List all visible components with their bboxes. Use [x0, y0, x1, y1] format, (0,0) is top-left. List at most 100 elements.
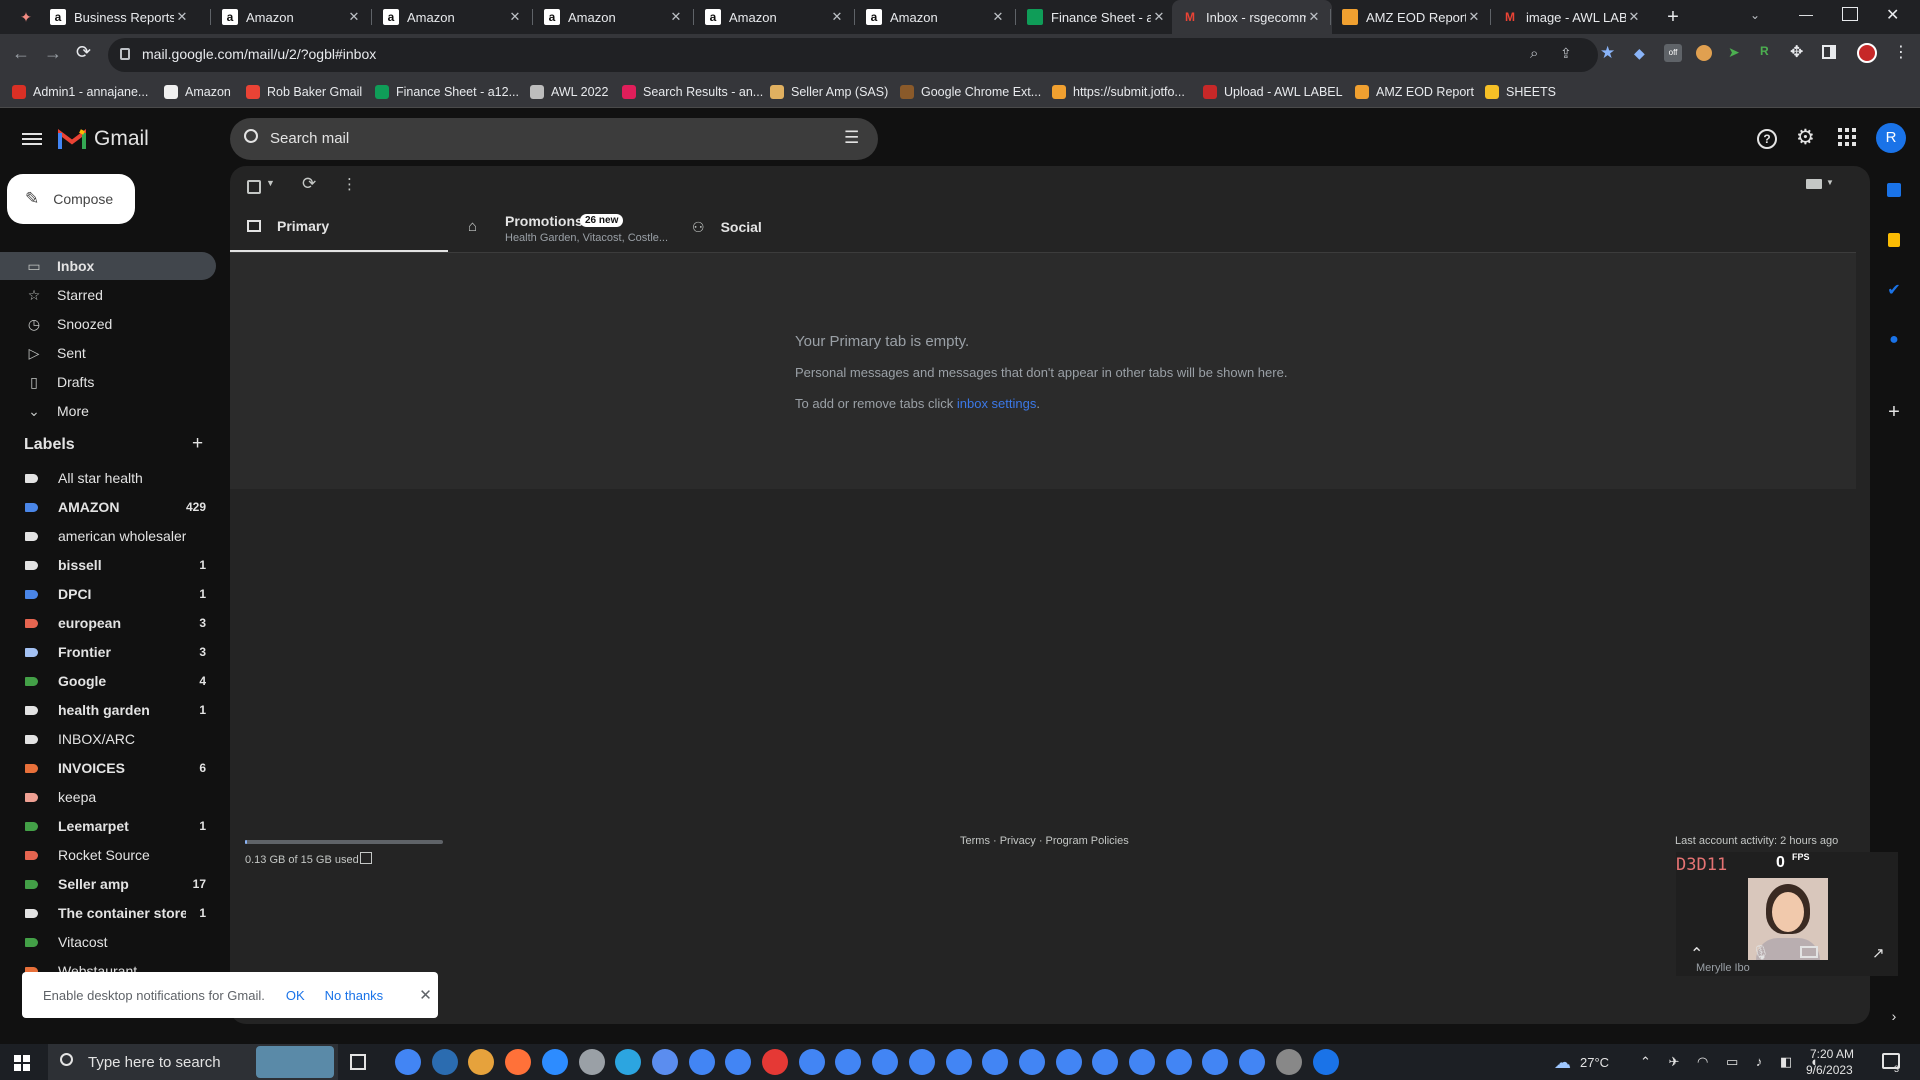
calendar-icon[interactable]: [1882, 178, 1906, 202]
bookmark-item[interactable]: SHEETS: [1485, 82, 1556, 102]
taskbar-app-icon[interactable]: [395, 1049, 421, 1075]
side-panel-icon[interactable]: [1822, 45, 1836, 59]
label-item[interactable]: The container store 1: [0, 899, 216, 927]
extension-off-icon[interactable]: off: [1664, 44, 1682, 62]
label-item[interactable]: Seller amp 17: [0, 870, 216, 898]
browser-tab[interactable]: Mimage - AWL LABEL✕: [1492, 0, 1652, 34]
label-item[interactable]: Leemarpet 1: [0, 812, 216, 840]
label-item[interactable]: bissell 1: [0, 551, 216, 579]
google-apps-icon[interactable]: [1838, 128, 1856, 146]
bookmark-item[interactable]: Finance Sheet - a12...: [375, 82, 519, 102]
tab-close-icon[interactable]: ✕: [668, 9, 684, 25]
taskbar-app-icon[interactable]: [1202, 1049, 1229, 1075]
restore-button[interactable]: [1842, 7, 1858, 21]
tab-close-icon[interactable]: ✕: [1626, 9, 1642, 25]
task-view-icon[interactable]: [350, 1054, 366, 1070]
browser-tab[interactable]: a Amazon ✕: [856, 0, 1016, 34]
taskbar-app-icon[interactable]: [945, 1049, 972, 1075]
tab-close-icon[interactable]: ✕: [1151, 9, 1167, 25]
label-item[interactable]: Rocket Source: [0, 841, 216, 869]
taskbar-app-icon[interactable]: [1275, 1049, 1302, 1075]
inbox-settings-link[interactable]: inbox settings: [957, 396, 1037, 411]
weather-icon[interactable]: ☁: [1554, 1053, 1571, 1073]
taskbar-app-icon[interactable]: [541, 1049, 568, 1075]
search-options-icon[interactable]: ☰: [844, 128, 859, 148]
taskbar-app-icon[interactable]: [578, 1049, 605, 1075]
address-bar[interactable]: mail.google.com/mail/u/2/?ogbl#inbox ⌕ ⇪…: [108, 38, 1615, 72]
label-item[interactable]: INBOX/ARC: [0, 725, 216, 753]
bookmark-item[interactable]: Rob Baker Gmail: [246, 82, 362, 102]
popout-icon[interactable]: ↗: [1872, 944, 1885, 962]
taskbar-app-icon[interactable]: [798, 1049, 825, 1075]
browser-tab[interactable]: AMZ EOD Report ✕: [1332, 0, 1492, 34]
taskbar-app-icon[interactable]: [1165, 1049, 1192, 1075]
extension-r-icon[interactable]: R: [1760, 44, 1769, 58]
tab-promotions[interactable]: ⌂ Promotions 26 new Health Garden, Vitac…: [448, 201, 678, 253]
bookmark-item[interactable]: AMZ EOD Report: [1355, 82, 1474, 102]
label-item[interactable]: DPCI 1: [0, 580, 216, 608]
new-tab-button[interactable]: +: [1660, 4, 1686, 30]
open-storage-icon[interactable]: [360, 852, 372, 864]
browser-tab[interactable]: a Amazon ✕: [534, 0, 694, 34]
show-side-panel-icon[interactable]: ›: [1882, 1004, 1906, 1028]
tab-close-icon[interactable]: ✕: [346, 9, 362, 25]
bookmark-star-icon[interactable]: ★: [1600, 43, 1615, 63]
bookmark-item[interactable]: Admin1 - annajane...: [12, 82, 148, 102]
windows-start-icon[interactable]: [14, 1055, 30, 1071]
keep-icon[interactable]: [1882, 228, 1906, 252]
label-item[interactable]: american wholesalers: [0, 522, 216, 550]
label-item[interactable]: health garden 1: [0, 696, 216, 724]
search-icon[interactable]: [244, 129, 258, 143]
bookmark-item[interactable]: AWL 2022: [530, 82, 608, 102]
contacts-icon[interactable]: ●: [1882, 328, 1906, 352]
browser-tab[interactable]: a Business Reports ✕: [40, 0, 200, 34]
browser-tab[interactable]: a Amazon ✕: [373, 0, 533, 34]
label-item[interactable]: INVOICES 6: [0, 754, 216, 782]
footer-links[interactable]: Terms · Privacy · Program Policies: [960, 835, 1129, 847]
clock-date[interactable]: 9/6/2023: [1806, 1063, 1853, 1077]
bookmark-item[interactable]: Seller Amp (SAS): [770, 82, 888, 102]
mic-muted-icon[interactable]: 🎙: [1752, 944, 1770, 961]
taskbar-app-icon[interactable]: [1018, 1049, 1045, 1075]
search-input[interactable]: Search mail: [270, 130, 349, 147]
browser-tab[interactable]: Finance Sheet - a1 ✕: [1017, 0, 1177, 34]
taskbar-app-icon[interactable]: [1312, 1049, 1339, 1075]
tab-search-icon[interactable]: ⌄: [1750, 8, 1760, 22]
extension-arrow-icon[interactable]: ➤: [1728, 44, 1740, 61]
taskbar-app-icon[interactable]: [1055, 1049, 1082, 1075]
profile-avatar-icon[interactable]: [1857, 43, 1877, 63]
input-tools-dropdown-icon[interactable]: ▼: [1826, 178, 1834, 187]
taskbar-app-icon[interactable]: [835, 1049, 862, 1075]
taskbar-app-icon[interactable]: [1239, 1049, 1266, 1075]
taskbar-app-icon[interactable]: [468, 1049, 495, 1075]
settings-gear-icon[interactable]: ⚙: [1796, 125, 1815, 150]
tab-close-icon[interactable]: ✕: [174, 9, 190, 25]
tab-close-icon[interactable]: ✕: [507, 9, 523, 25]
tab-close-icon[interactable]: ✕: [1306, 9, 1322, 25]
bookmark-item[interactable]: Upload - AWL LABEL: [1203, 82, 1343, 102]
lock-icon[interactable]: [120, 48, 130, 60]
tab-social[interactable]: ⚇ Social: [678, 201, 878, 253]
tab-primary[interactable]: Primary: [230, 201, 448, 253]
taskbar-app-icon[interactable]: [651, 1049, 678, 1075]
clock-time[interactable]: 7:20 AM: [1810, 1047, 1854, 1061]
notification-no-thanks-button[interactable]: No thanks: [325, 988, 384, 1003]
camera-off-icon[interactable]: [1800, 946, 1818, 958]
taskbar-app-icon[interactable]: [615, 1049, 642, 1075]
label-item[interactable]: Google 4: [0, 667, 216, 695]
taskbar-app-icon[interactable]: [505, 1049, 532, 1075]
label-item[interactable]: Frontier 3: [0, 638, 216, 666]
more-actions-icon[interactable]: ⋮: [342, 175, 357, 193]
reload-button[interactable]: ⟳: [76, 42, 91, 63]
browser-tab[interactable]: a Amazon ✕: [212, 0, 372, 34]
browser-tab[interactable]: a Amazon ✕: [695, 0, 855, 34]
expand-up-icon[interactable]: ⌃: [1690, 944, 1703, 964]
share-icon[interactable]: ⇪: [1560, 45, 1572, 62]
tasks-icon[interactable]: ✔: [1882, 278, 1906, 302]
taskbar-search-box[interactable]: Type here to search: [48, 1044, 338, 1080]
notification-ok-button[interactable]: OK: [286, 988, 305, 1003]
label-item[interactable]: All star health: [0, 464, 216, 492]
tab-close-icon[interactable]: ✕: [990, 9, 1006, 25]
zoom-icon[interactable]: ⌕: [1530, 45, 1538, 62]
label-item[interactable]: keepa: [0, 783, 216, 811]
